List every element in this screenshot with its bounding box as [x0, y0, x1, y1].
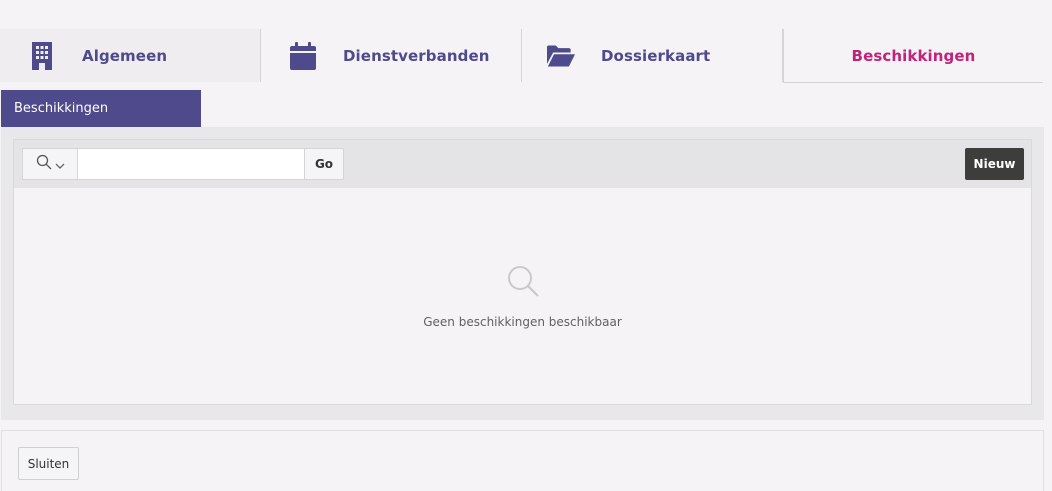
search-icon	[506, 264, 540, 298]
go-button[interactable]: Go	[304, 148, 344, 180]
section-tab-beschikkingen[interactable]: Beschikkingen	[1, 90, 201, 127]
search-column-selector[interactable]	[22, 148, 78, 180]
folder-open-icon	[547, 42, 575, 70]
beschikkingen-region: Go Nieuw Geen beschikkingen beschikbaar	[1, 127, 1044, 420]
section-title: Beschikkingen	[14, 101, 109, 116]
report-toolbar: Go Nieuw	[14, 140, 1031, 188]
tab-bar: Algemeen Dienstverbanden Dossierkaart Be…	[0, 29, 1044, 83]
close-button[interactable]: Sluiten	[18, 447, 79, 480]
report-panel: Go Nieuw Geen beschikkingen beschikbaar	[13, 139, 1032, 405]
search-input[interactable]	[77, 148, 305, 180]
tab-beschikkingen[interactable]: Beschikkingen	[783, 29, 1043, 83]
footer-region: Sluiten	[1, 430, 1044, 491]
tab-label: Dossierkaart	[601, 46, 711, 65]
tab-label: Dienstverbanden	[343, 46, 490, 65]
chevron-down-icon	[55, 155, 65, 174]
building-icon	[28, 41, 56, 70]
calendar-icon	[289, 41, 317, 70]
search-icon	[36, 154, 52, 174]
tab-label: Algemeen	[82, 46, 168, 65]
tab-label: Beschikkingen	[851, 46, 976, 65]
new-button[interactable]: Nieuw	[965, 148, 1024, 180]
tab-algemeen[interactable]: Algemeen	[0, 29, 261, 82]
tab-dienstverbanden[interactable]: Dienstverbanden	[261, 29, 522, 82]
empty-message: Geen beschikkingen beschikbaar	[423, 315, 622, 329]
tab-dossierkaart[interactable]: Dossierkaart	[522, 29, 783, 82]
